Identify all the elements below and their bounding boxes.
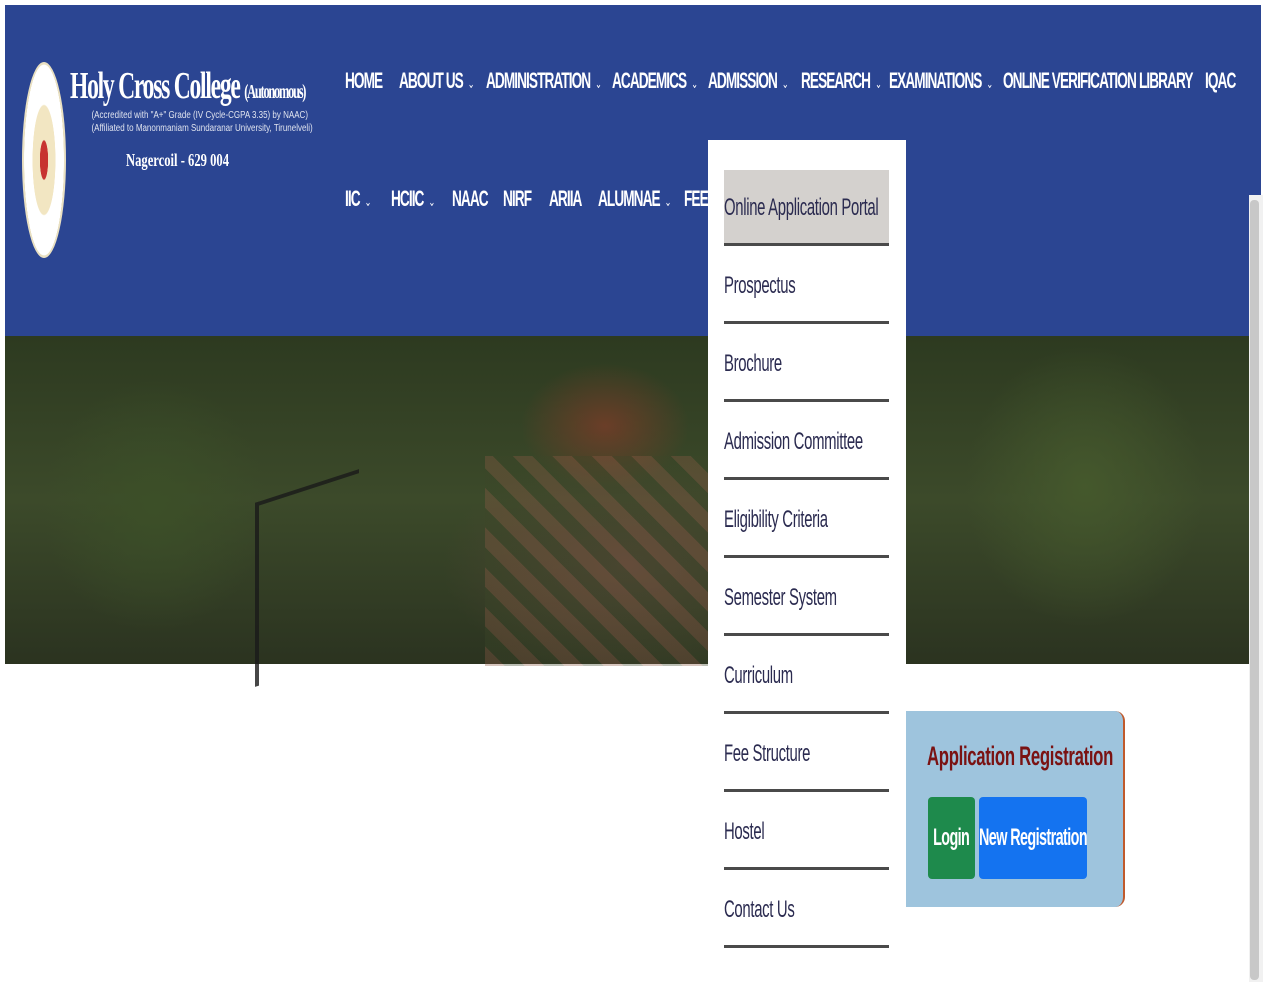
nav-label: ABOUT US	[399, 68, 464, 93]
menu-item-label: Eligibility Criteria	[724, 506, 828, 533]
scrollbar-thumb[interactable]	[1250, 200, 1259, 980]
menu-item-hostel[interactable]: Hostel	[724, 794, 889, 870]
menu-item-curriculum[interactable]: Curriculum	[724, 638, 889, 714]
menu-item-label: Brochure	[724, 350, 782, 377]
nav-label: HOME	[345, 68, 383, 93]
nav-label: IIC	[345, 186, 361, 211]
menu-item-eligibility-criteria[interactable]: Eligibility Criteria	[724, 482, 889, 558]
nav-label: LIBRARY	[1139, 68, 1194, 93]
nav-admission[interactable]: ADMISSION ⌄	[708, 68, 789, 94]
menu-item-label: Semester System	[724, 584, 837, 611]
menu-item-contact-us[interactable]: Contact Us	[724, 872, 889, 948]
registration-title: Application Registration	[927, 741, 1114, 771]
login-button[interactable]: Login	[928, 797, 975, 879]
brand-block: Holy Cross College (Autonomous) (Accredi…	[70, 64, 313, 171]
hero-garden-path	[485, 456, 745, 666]
nav-label: ADMISSION	[708, 68, 778, 93]
menu-item-fee-structure[interactable]: Fee Structure	[724, 716, 889, 792]
affiliation-line: (Affiliated to Manonmaniam Sundaranar Un…	[91, 123, 313, 134]
chevron-down-icon: ⌄	[691, 76, 698, 91]
menu-item-admission-committee[interactable]: Admission Committee	[724, 404, 889, 480]
chevron-down-icon: ⌄	[428, 194, 435, 209]
nav-naac[interactable]: NAAC	[452, 186, 489, 212]
menu-item-online-application-portal[interactable]: Online Application Portal	[724, 170, 889, 246]
nav-label: HCIIC	[391, 186, 424, 211]
college-seal-icon[interactable]	[22, 62, 66, 258]
application-registration-card: Application Registration Login New Regis…	[905, 711, 1125, 907]
nav-academics[interactable]: ACADEMICS ⌄	[612, 68, 698, 94]
nav-nirf[interactable]: NIRF	[503, 186, 532, 212]
nav-library[interactable]: LIBRARY	[1139, 68, 1194, 94]
new-registration-label: New Registration	[978, 824, 1088, 851]
nav-label: ALUMNAE	[598, 186, 661, 211]
nav-label: ARIIA	[549, 186, 582, 211]
menu-item-label: Admission Committee	[724, 428, 863, 455]
menu-item-label: Online Application Portal	[724, 194, 879, 221]
college-title-suffix: (Autonomous)	[244, 81, 306, 103]
chevron-down-icon: ⌄	[467, 76, 475, 91]
nav-alumnae[interactable]: ALUMNAE ⌄	[598, 186, 672, 212]
chevron-down-icon: ⌄	[664, 194, 672, 209]
menu-item-label: Curriculum	[724, 662, 793, 689]
login-label: Login	[933, 824, 970, 851]
nav-label: ADMINISTRATION	[486, 68, 591, 93]
menu-item-label: Hostel	[724, 818, 765, 845]
nav-ariia[interactable]: ARIIA	[549, 186, 582, 212]
chevron-down-icon: ⌄	[595, 76, 602, 91]
nav-label: NAAC	[452, 186, 489, 211]
chevron-down-icon: ⌄	[875, 76, 882, 91]
chevron-down-icon: ⌄	[781, 76, 789, 91]
chevron-down-icon: ⌄	[364, 194, 372, 209]
nav-iqac[interactable]: IQAC	[1205, 68, 1236, 94]
nav-label: EXAMINATIONS	[889, 68, 982, 93]
nav-label: NIRF	[503, 186, 532, 211]
nav-online-verification[interactable]: ONLINE VERIFICATION	[1003, 68, 1137, 94]
admission-dropdown-menu: Online Application Portal Prospectus Bro…	[708, 140, 906, 982]
nav-label: IQAC	[1205, 68, 1236, 93]
hero-banner-image	[5, 336, 1249, 687]
menu-item-brochure[interactable]: Brochure	[724, 326, 889, 402]
college-city: Nagercoil - 629 004	[125, 150, 229, 170]
nav-iic[interactable]: IIC ⌄	[345, 186, 372, 212]
nav-research[interactable]: RESEARCH ⌄	[801, 68, 882, 94]
college-title: Holy Cross College	[70, 65, 241, 107]
nav-administration[interactable]: ADMINISTRATION ⌄	[486, 68, 602, 94]
nav-about-us[interactable]: ABOUT US ⌄	[399, 68, 475, 94]
nav-label: ACADEMICS	[612, 68, 687, 93]
menu-item-label: Fee Structure	[724, 740, 811, 767]
chevron-down-icon: ⌄	[986, 76, 993, 91]
nav-examinations[interactable]: EXAMINATIONS ⌄	[889, 68, 993, 94]
menu-item-label: Prospectus	[724, 272, 796, 299]
nav-label: RESEARCH	[801, 68, 871, 93]
accreditation-line: (Accredited with "A+" Grade (IV Cycle-CG…	[91, 110, 309, 121]
menu-item-semester-system[interactable]: Semester System	[724, 560, 889, 636]
hero-railing	[255, 469, 359, 687]
college-name[interactable]: Holy Cross College (Autonomous)	[70, 64, 306, 108]
new-registration-button[interactable]: New Registration	[978, 797, 1088, 879]
menu-item-label: Contact Us	[724, 896, 795, 923]
nav-label: ONLINE VERIFICATION	[1003, 68, 1137, 93]
menu-item-prospectus[interactable]: Prospectus	[724, 248, 889, 324]
nav-home[interactable]: HOME	[345, 68, 383, 94]
nav-hciic[interactable]: HCIIC ⌄	[391, 186, 435, 212]
